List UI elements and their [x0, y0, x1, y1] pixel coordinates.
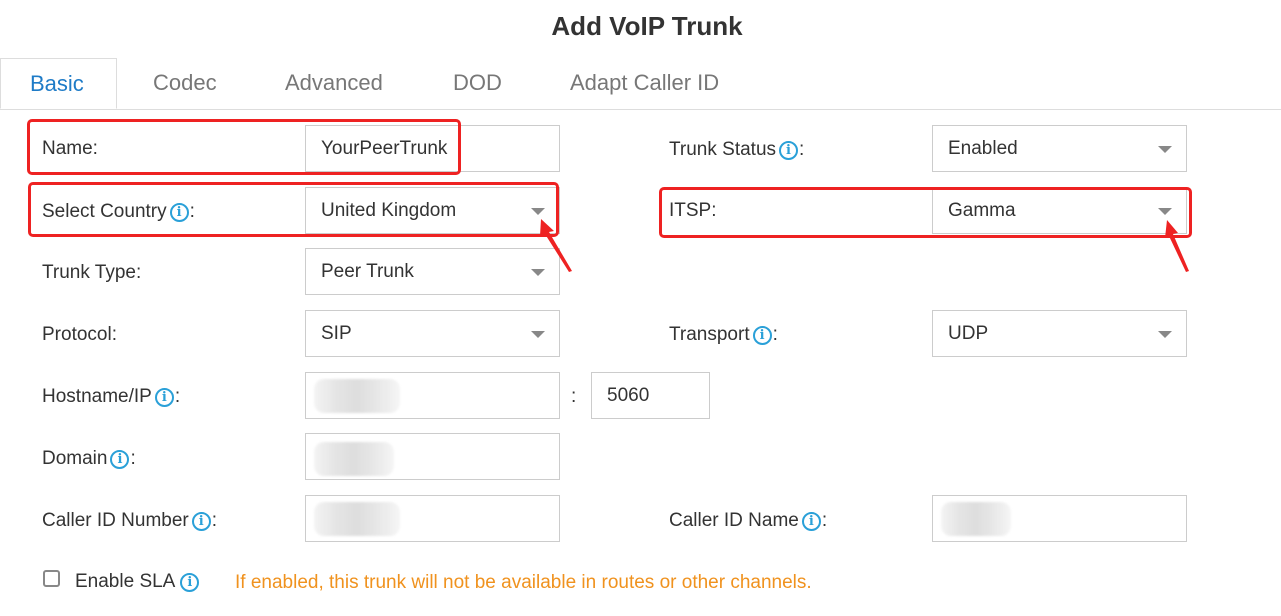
annotation-arrows [540, 219, 1189, 272]
arrow-country [540, 219, 572, 272]
arrow-itsp [1165, 220, 1189, 272]
